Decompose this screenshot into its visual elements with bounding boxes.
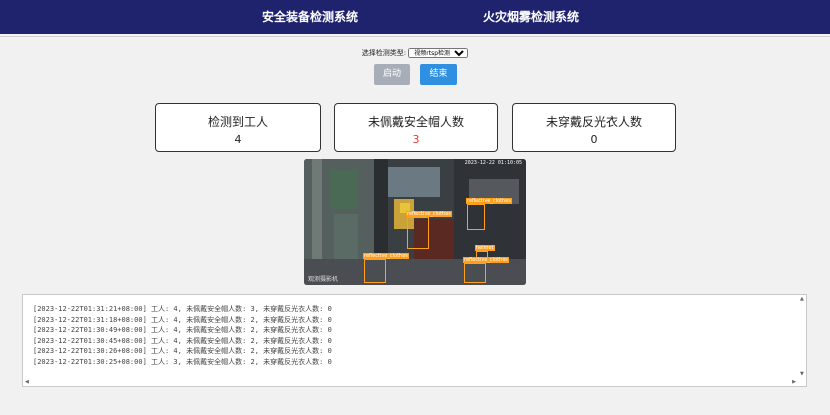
scroll-up-icon[interactable]: ▲ xyxy=(800,296,804,302)
log-line: [2023-12-22T01:31:21+08:00] 工人: 4, 未佩戴安全… xyxy=(33,305,332,313)
stat-title: 未佩戴安全帽人数 xyxy=(367,115,464,129)
stat-title: 未穿戴反光衣人数 xyxy=(545,115,642,129)
stat-value: 0 xyxy=(590,133,598,146)
stat-title: 检测到工人 xyxy=(207,115,268,129)
log-line: [2023-12-22T01:30:45+08:00] 工人: 4, 未佩戴安全… xyxy=(33,336,332,345)
detection-label: reflective_clothes xyxy=(463,257,509,263)
top-nav-bar: 安全装备检测系统 火灾烟雾检测系统 xyxy=(0,0,830,34)
video-feed: 2023-12-22 01:10:05 观测摄影机 reflective_clo… xyxy=(304,159,526,285)
detection-label: reflective_clothes xyxy=(466,198,512,204)
video-watermark: 观测摄影机 xyxy=(308,276,339,283)
log-line: [2023-12-22T01:30:26+08:00] 工人: 4, 未佩戴安全… xyxy=(33,347,332,355)
scroll-down-icon[interactable]: ▼ xyxy=(800,371,804,377)
stat-value: 4 xyxy=(234,133,242,146)
detection-type-label: 选择检测类型: xyxy=(361,49,407,57)
log-line: [2023-12-22T01:31:18+08:00] 工人: 4, 未佩戴安全… xyxy=(33,315,332,324)
scroll-right-icon[interactable]: ▶ xyxy=(792,379,796,385)
log-text: [2023-12-22T01:31:21+08:00] 工人: 4, 未佩戴安全… xyxy=(33,304,794,367)
detection-type-row: 选择检测类型: 视频rtsp检测 xyxy=(0,48,830,58)
detection-label: reflective_clothes xyxy=(363,253,409,259)
stat-card-no-helmet: 未佩戴安全帽人数 3 xyxy=(334,103,498,152)
detection-label: reflective_clothes xyxy=(406,211,452,217)
log-panel[interactable]: [2023-12-22T01:31:21+08:00] 工人: 4, 未佩戴安全… xyxy=(22,294,807,387)
stat-card-no-vest: 未穿戴反光衣人数 0 xyxy=(512,103,676,152)
start-button[interactable]: 启动 xyxy=(374,64,410,85)
detection-type-select[interactable]: 视频rtsp检测 xyxy=(408,48,469,58)
nav-fire-smoke[interactable]: 火灾烟雾检测系统 xyxy=(483,0,579,34)
header-divider xyxy=(0,36,830,37)
log-vertical-scrollbar[interactable]: ▲ ▼ xyxy=(798,295,806,386)
stat-value: 3 xyxy=(412,133,420,146)
stop-button[interactable]: 结束 xyxy=(420,64,457,85)
detection-label: helmet xyxy=(475,245,495,251)
log-line: [2023-12-22T01:30:25+08:00] 工人: 3, 未佩戴安全… xyxy=(33,357,332,366)
video-timestamp: 2023-12-22 01:10:05 xyxy=(464,160,522,166)
detection-box: reflective_clothes xyxy=(363,253,409,283)
detection-box: reflective_clothes xyxy=(466,198,512,230)
nav-safety-equipment[interactable]: 安全装备检测系统 xyxy=(262,0,358,34)
detection-box: reflective_clothes xyxy=(463,257,509,283)
log-horizontal-scrollbar[interactable]: ◀ ▶ xyxy=(23,378,806,386)
log-line: [2023-12-22T01:30:49+08:00] 工人: 4, 未佩戴安全… xyxy=(33,326,332,334)
stat-card-workers: 检测到工人 4 xyxy=(155,103,321,152)
detection-box: reflective_clothes xyxy=(406,211,452,249)
scroll-left-icon[interactable]: ◀ xyxy=(25,379,29,385)
